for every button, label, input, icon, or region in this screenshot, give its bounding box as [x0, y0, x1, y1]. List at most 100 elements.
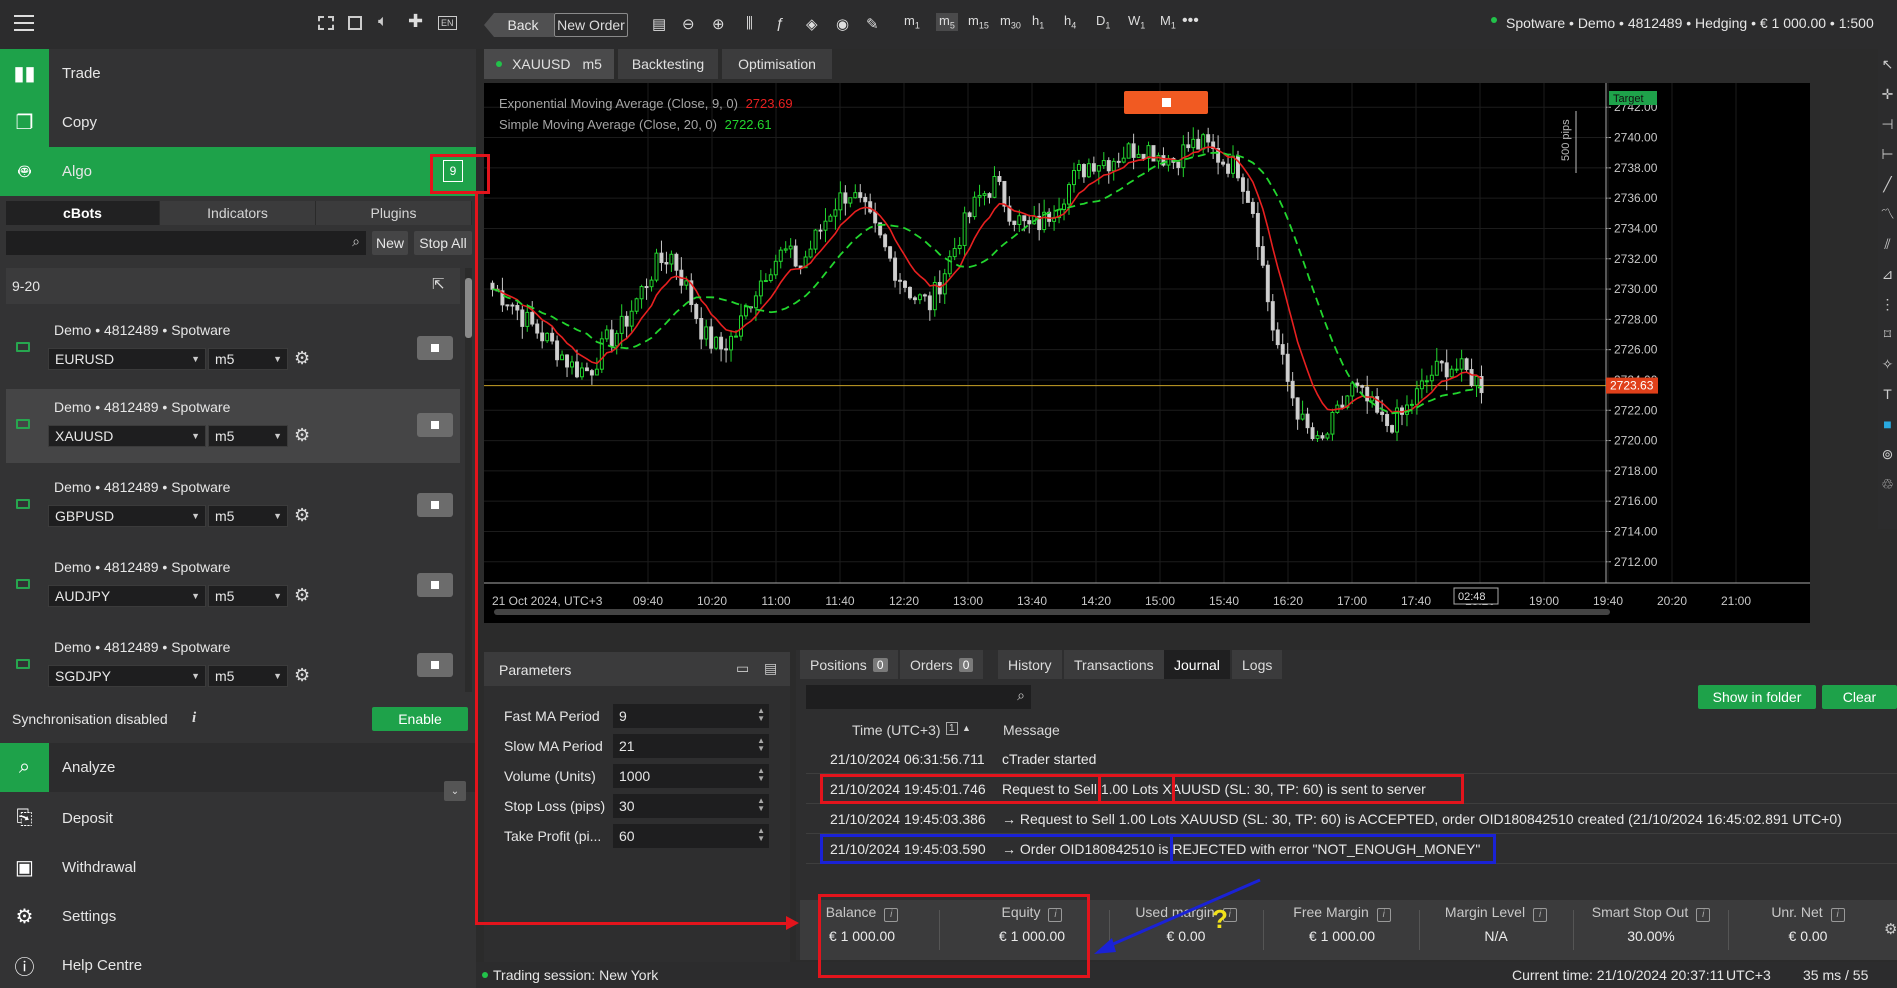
tab-backtesting[interactable]: Backtesting — [618, 49, 718, 79]
clear-journal-button[interactable]: Clear — [1822, 685, 1897, 709]
journal-search-input[interactable]: ⌕ — [806, 685, 1031, 709]
tab-plugins[interactable]: Plugins — [316, 201, 472, 225]
stop-cbot-button[interactable] — [417, 336, 453, 360]
indicator-f-icon[interactable]: ƒ — [776, 15, 784, 32]
new-order-button[interactable]: New Order — [554, 13, 628, 37]
spinner-icon[interactable]: ▲ ▼ — [757, 767, 765, 783]
cbot-instance[interactable]: Demo • 4812489 • Spotware SGDJPY ▼ m5 ▼ ⚙ — [6, 629, 460, 703]
nav-deposit[interactable]: ⎘ Deposit — [0, 794, 476, 843]
export-icon[interactable]: ⇱ — [432, 275, 445, 293]
stats-settings-icon[interactable]: ⚙ — [1884, 920, 1897, 938]
timeframe-m30[interactable]: m30 — [1000, 13, 1021, 31]
timeframe-m1[interactable]: m1 — [904, 13, 920, 31]
symbol-select[interactable]: XAUUSD ▼ — [48, 425, 206, 447]
nav-withdrawal[interactable]: ▣ Withdrawal — [0, 843, 476, 892]
tab-orders[interactable]: Orders 0 — [900, 650, 984, 679]
parameter-input[interactable]: 21 ▲ ▼ — [613, 734, 769, 758]
zoom-out-icon[interactable]: ⊖ — [682, 15, 695, 33]
stop-bot-button[interactable] — [1124, 91, 1208, 114]
parameter-input[interactable]: 30 ▲ ▼ — [613, 794, 769, 818]
new-cbot-button[interactable]: New — [372, 231, 408, 255]
info-icon[interactable]: i — [1830, 908, 1845, 922]
cbot-group-header[interactable]: 9-20 ⇱ — [6, 268, 460, 304]
tab-journal[interactable]: Journal — [1164, 650, 1230, 679]
timeframe-select[interactable]: m5 ▼ — [208, 505, 288, 527]
timeframe-select[interactable]: m5 ▼ — [208, 665, 288, 687]
stop-cbot-button[interactable] — [417, 573, 453, 597]
timeframe-m5[interactable]: m5 — [936, 13, 958, 31]
tab-indicators[interactable]: Indicators — [160, 201, 316, 225]
journal-row[interactable]: 21/10/2024 06:31:56.711 cTrader started — [806, 744, 1897, 774]
candles-icon[interactable]: ⫼ — [746, 15, 753, 32]
symbol-select[interactable]: AUDJPY ▼ — [48, 585, 206, 607]
gear-icon[interactable]: ⚙ — [294, 585, 310, 606]
eye-icon[interactable]: ◉ — [836, 15, 849, 33]
sound-icon[interactable]: 🔈︎ — [378, 13, 388, 31]
cbot-instance[interactable]: Demo • 4812489 • Spotware EURUSD ▼ m5 ▼ ⚙ — [6, 312, 460, 386]
timeframe-h4[interactable]: h4 — [1064, 13, 1076, 31]
info-icon[interactable]: i — [1696, 908, 1711, 922]
info-icon[interactable]: i — [192, 710, 196, 727]
tab-cbots[interactable]: cBots — [6, 201, 160, 225]
chart-canvas[interactable]: 2742.002740.002738.002736.002734.002732.… — [484, 83, 1810, 623]
col-message[interactable]: Message — [1003, 722, 1060, 738]
drawing-icon[interactable]: ✎ — [866, 15, 879, 33]
gear-icon[interactable]: ⚙ — [294, 505, 310, 526]
parameter-input[interactable]: 60 ▲ ▼ — [613, 824, 769, 848]
journal-row[interactable]: 21/10/2024 19:45:03.386 → Request to Sell… — [806, 804, 1897, 834]
tab-positions[interactable]: Positions 0 — [800, 650, 898, 679]
stop-cbot-button[interactable] — [417, 493, 453, 517]
tab-history[interactable]: History — [998, 650, 1062, 679]
save-icon[interactable]: ▤ — [764, 660, 777, 677]
enable-sync-button[interactable]: Enable — [372, 707, 468, 731]
load-icon[interactable]: ▭ — [736, 660, 749, 677]
drawing-tools-icon[interactable]: ↖ ✛ ⊣ ⊢ ╱ 〽 ⫽ ⊿ ⋮ ⌑ ✧ T ■ ⊚ ♲ — [1878, 49, 1897, 499]
cbot-instance[interactable]: Demo • 4812489 • Spotware XAUUSD ▼ m5 ▼ ⚙ — [6, 389, 460, 463]
info-icon[interactable]: i — [1533, 908, 1548, 922]
chart-layout-icon[interactable]: ▤ — [652, 15, 666, 33]
parameter-input[interactable]: 9 ▲ ▼ — [613, 704, 769, 728]
stop-cbot-button[interactable] — [417, 653, 453, 677]
layers-icon[interactable]: ◈ — [806, 15, 818, 33]
stop-all-button[interactable]: Stop All — [414, 231, 472, 255]
show-in-folder-button[interactable]: Show in folder — [1698, 685, 1816, 709]
spinner-icon[interactable]: ▲ ▼ — [757, 827, 765, 843]
gear-icon[interactable]: ⚙ — [294, 348, 310, 369]
timeframe-select[interactable]: m5 ▼ — [208, 425, 288, 447]
timeframe-M1[interactable]: M1 — [1160, 13, 1176, 31]
language-icon[interactable]: EN — [438, 16, 457, 30]
timeframe-select[interactable]: m5 ▼ — [208, 348, 288, 370]
chart-tab-xauusd[interactable]: XAUUSD m5 — [484, 49, 614, 79]
spinner-icon[interactable]: ▲ ▼ — [757, 797, 765, 813]
window-icon[interactable] — [348, 16, 362, 30]
symbol-select[interactable]: SGDJPY ▼ — [48, 665, 206, 687]
spinner-icon[interactable]: ▲ ▼ — [757, 707, 765, 723]
spinner-icon[interactable]: ▲ ▼ — [757, 737, 765, 753]
gear-icon[interactable]: ⚙ — [294, 665, 310, 686]
timeframe-W1[interactable]: W1 — [1128, 13, 1145, 31]
zoom-in-icon[interactable]: ⊕ — [712, 15, 725, 33]
timezone[interactable]: UTC+3 — [1726, 967, 1771, 983]
more-icon[interactable]: ••• — [1182, 12, 1199, 30]
tab-transactions[interactable]: Transactions — [1064, 650, 1164, 679]
nav-algo[interactable]: 🤖︎ Algo 9 — [0, 147, 476, 196]
col-time[interactable]: Time (UTC+3) — [852, 722, 941, 738]
detach-icon[interactable] — [318, 16, 334, 30]
nav-settings[interactable]: ⚙ Settings — [0, 892, 476, 941]
plugin-puzzle-icon[interactable]: ✚ — [408, 11, 423, 32]
back-button[interactable]: Back — [484, 13, 554, 37]
cbot-instance[interactable]: Demo • 4812489 • Spotware GBPUSD ▼ m5 ▼ ⚙ — [6, 469, 460, 543]
parameter-input[interactable]: 1000 ▲ ▼ — [613, 764, 769, 788]
nav-copy[interactable]: ❐ Copy — [0, 98, 476, 147]
tab-logs[interactable]: Logs — [1232, 650, 1283, 679]
symbol-select[interactable]: GBPUSD ▼ — [48, 505, 206, 527]
cbot-search-input[interactable]: ⌕ — [6, 231, 366, 255]
info-icon[interactable]: i — [1376, 908, 1391, 922]
timeframe-select[interactable]: m5 ▼ — [208, 585, 288, 607]
timeframe-m15[interactable]: m15 — [968, 13, 989, 31]
nav-analyze[interactable]: ⌕ Analyze ⌄ — [0, 743, 476, 801]
gear-icon[interactable]: ⚙ — [294, 425, 310, 446]
tab-optimisation[interactable]: Optimisation — [722, 49, 832, 79]
cbot-instance[interactable]: Demo • 4812489 • Spotware AUDJPY ▼ m5 ▼ ⚙ — [6, 549, 460, 623]
price-chart[interactable]: 2742.00 2740.00 2738.00 2736.00 2734.00 2732.… — [484, 83, 1810, 623]
